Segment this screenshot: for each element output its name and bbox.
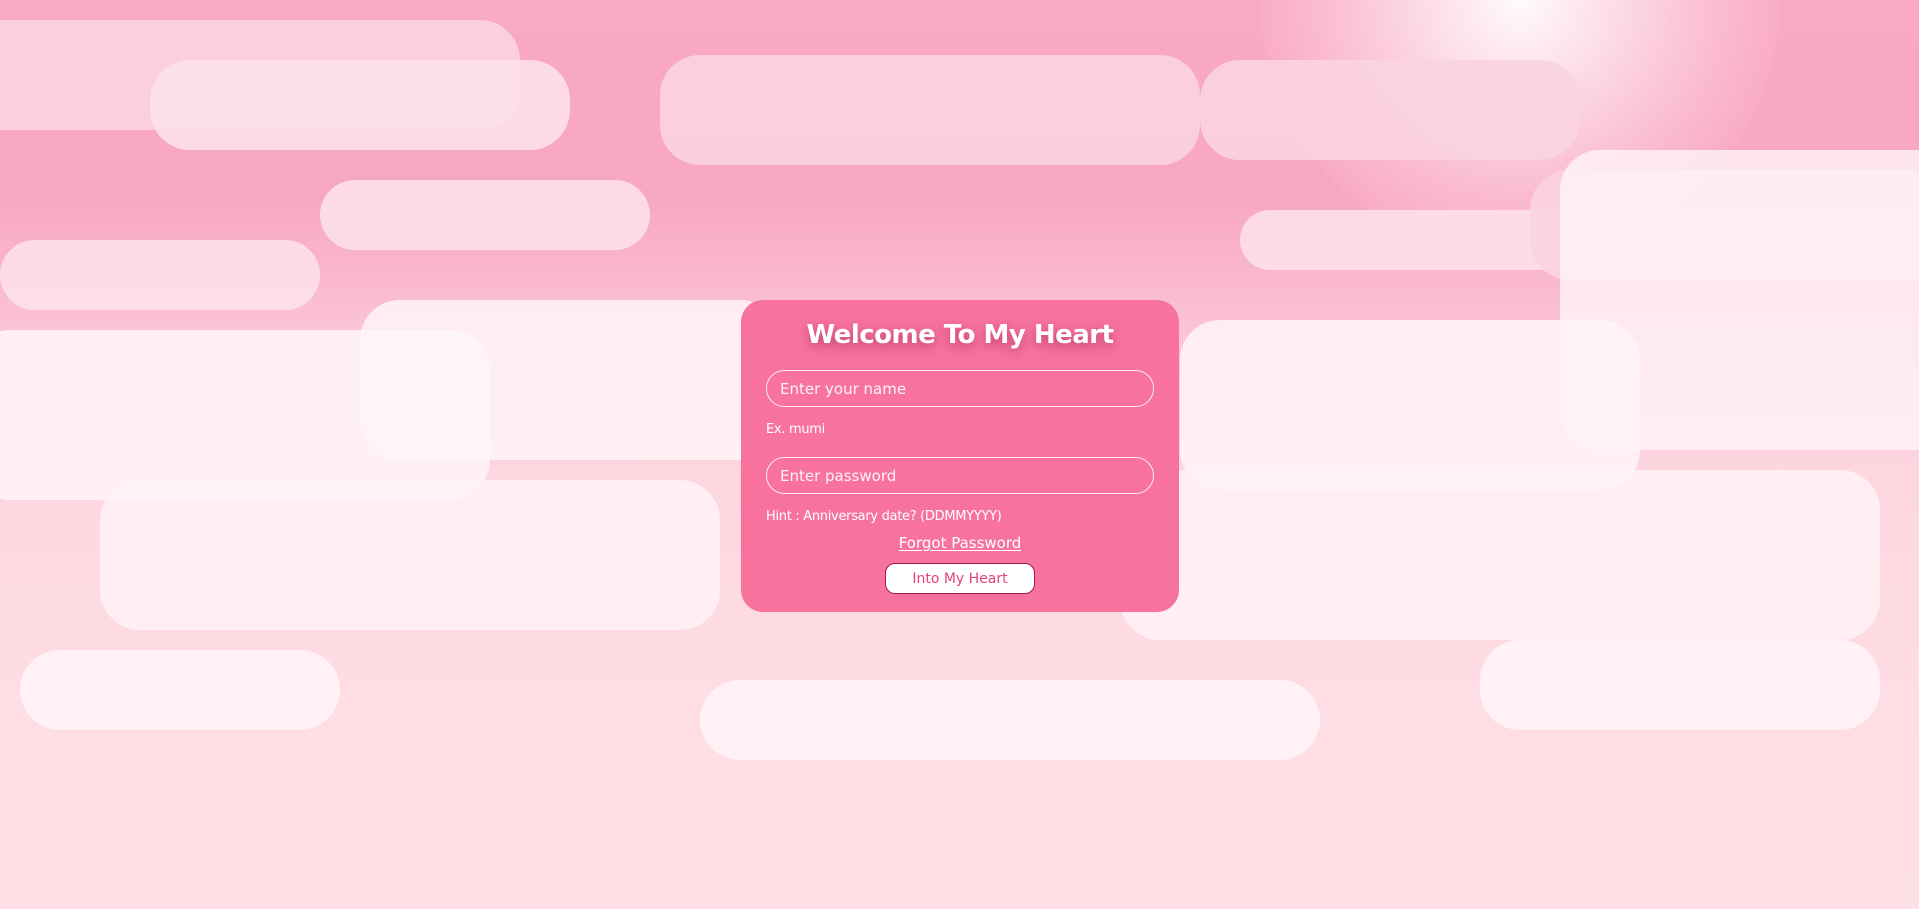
cloud [0,240,320,310]
cloud [150,60,570,150]
forgot-password-link[interactable]: Forgot Password [766,533,1154,553]
cloud [360,300,780,460]
cloud [1560,150,1919,450]
cloud [20,650,340,730]
submit-row: Into My Heart [766,563,1154,594]
cloud [1200,60,1580,160]
cloud [320,180,650,250]
name-hint: Ex. mumi [766,422,825,437]
cloud [1480,640,1880,730]
password-input[interactable] [766,457,1154,494]
password-hint: Hint : Anniversary date? (DDMMYYYY) [766,509,1002,524]
name-input[interactable] [766,370,1154,407]
cloud [700,680,1320,760]
login-title: Welcome To My Heart [806,320,1114,350]
cloud [1120,470,1880,640]
cloud [660,55,1200,165]
cloud [100,480,720,630]
login-card: Welcome To My Heart Ex. mumi Hint : Anni… [741,300,1179,612]
into-my-heart-button[interactable]: Into My Heart [885,563,1035,594]
